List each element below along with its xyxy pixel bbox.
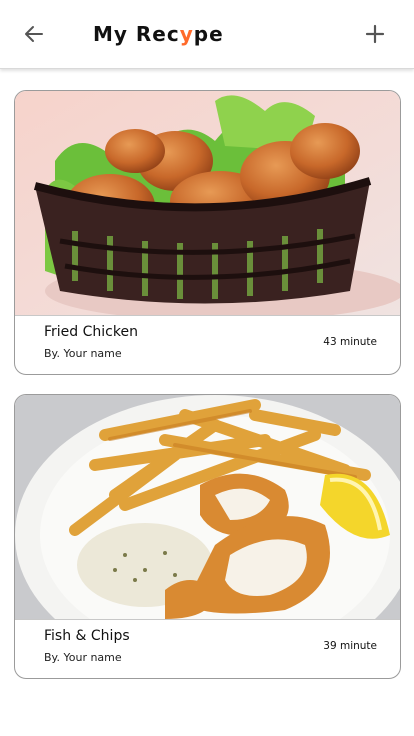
recipe-info: Fish & Chips By. Your name 39 minute xyxy=(15,619,400,678)
page-title: My Recype xyxy=(93,20,224,48)
recipe-image xyxy=(15,91,400,315)
plus-icon xyxy=(365,24,385,44)
recipe-card[interactable]: Fried Chicken By. Your name 43 minute xyxy=(14,90,401,375)
title-accent: y xyxy=(179,22,194,46)
recipe-name: Fish & Chips xyxy=(44,628,130,644)
recipe-author: By. Your name xyxy=(44,651,122,664)
recipe-info: Fried Chicken By. Your name 43 minute xyxy=(15,315,400,374)
recipe-image xyxy=(15,395,400,619)
add-recipe-button[interactable] xyxy=(361,20,389,48)
back-button[interactable] xyxy=(20,20,48,48)
recipe-time: 43 minute xyxy=(323,336,377,348)
recipe-name: Fried Chicken xyxy=(44,324,138,340)
app-bar: My Recype xyxy=(0,0,414,69)
arrow-left-icon xyxy=(25,26,43,42)
recipe-time: 39 minute xyxy=(323,640,377,652)
title-prefix: My Rec xyxy=(93,22,180,46)
recipe-card[interactable]: Fish & Chips By. Your name 39 minute xyxy=(14,394,401,679)
recipe-author: By. Your name xyxy=(44,347,122,360)
title-suffix: pe xyxy=(193,22,224,46)
